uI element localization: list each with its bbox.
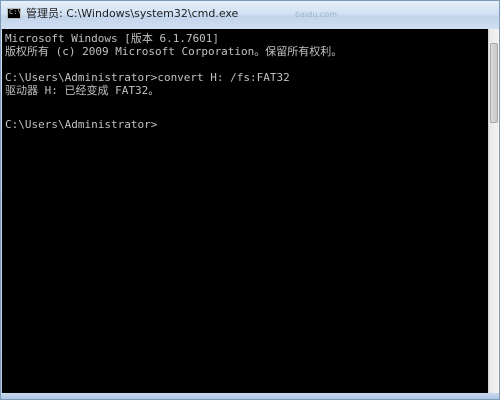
cmd-window-icon[interactable]: C:\: [7, 8, 22, 19]
cmd-icon-glyph: C:\: [9, 8, 22, 16]
vertical-scrollbar[interactable]: [488, 29, 499, 393]
scrollbar-thumb[interactable]: [490, 43, 498, 123]
window-bottom-border: [1, 393, 499, 399]
title-bar[interactable]: C:\ 管理员: C:\Windows\system32\cmd.exe bai…: [1, 1, 499, 30]
watermark-text: baidu.com: [295, 10, 337, 19]
console-line-version: Microsoft Windows [版本 6.1.7601]: [5, 32, 220, 45]
console-line-command: C:\Users\Administrator>convert H: /fs:FA…: [5, 71, 290, 84]
console-line-result: 驱动器 H: 已经变成 FAT32。: [5, 84, 160, 97]
cmd-window: C:\ 管理员: C:\Windows\system32\cmd.exe bai…: [0, 0, 500, 400]
console-line-prompt: C:\Users\Administrator>: [5, 118, 158, 131]
console-line-copyright: 版权所有 (c) 2009 Microsoft Corporation。保留所有…: [5, 45, 343, 58]
console-output[interactable]: Microsoft Windows [版本 6.1.7601] 版权所有 (c)…: [2, 29, 488, 393]
window-title: 管理员: C:\Windows\system32\cmd.exe: [26, 7, 239, 20]
